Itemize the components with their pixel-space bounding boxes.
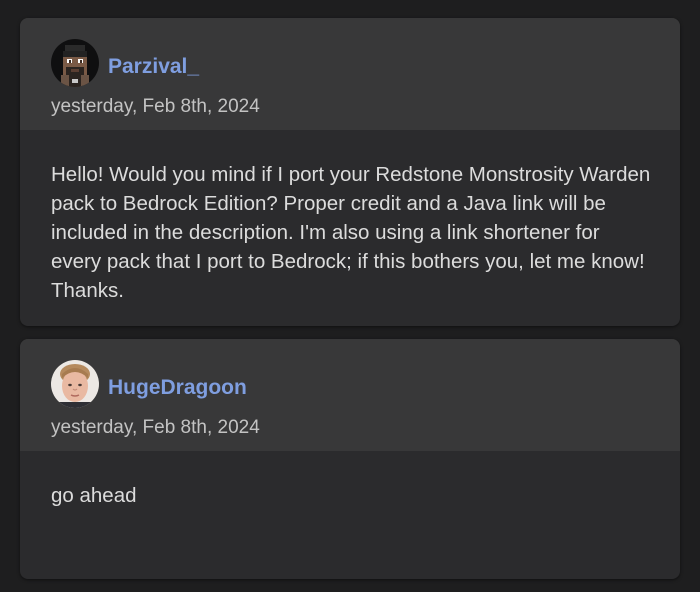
comment-card: Parzival_ yesterday, Feb 8th, 2024 Hello… bbox=[20, 18, 680, 326]
comment-text: Hello! Would you mind if I port your Red… bbox=[51, 163, 651, 302]
comment-timestamp: yesterday, Feb 8th, 2024 bbox=[51, 96, 260, 117]
comment-thread: Parzival_ yesterday, Feb 8th, 2024 Hello… bbox=[0, 0, 700, 592]
comment-text: go ahead bbox=[51, 484, 137, 507]
comment-timestamp: yesterday, Feb 8th, 2024 bbox=[51, 417, 260, 438]
pixel-character-avatar-icon[interactable] bbox=[51, 39, 99, 87]
comment-username[interactable]: HugeDragoon bbox=[108, 376, 247, 400]
comment-header: Parzival_ yesterday, Feb 8th, 2024 bbox=[20, 18, 680, 130]
comment-card: HugeDragoon yesterday, Feb 8th, 2024 go … bbox=[20, 339, 680, 579]
comment-username[interactable]: Parzival_ bbox=[108, 55, 199, 79]
profile-photo-avatar-icon[interactable] bbox=[51, 360, 99, 408]
comment-header: HugeDragoon yesterday, Feb 8th, 2024 bbox=[20, 339, 680, 451]
